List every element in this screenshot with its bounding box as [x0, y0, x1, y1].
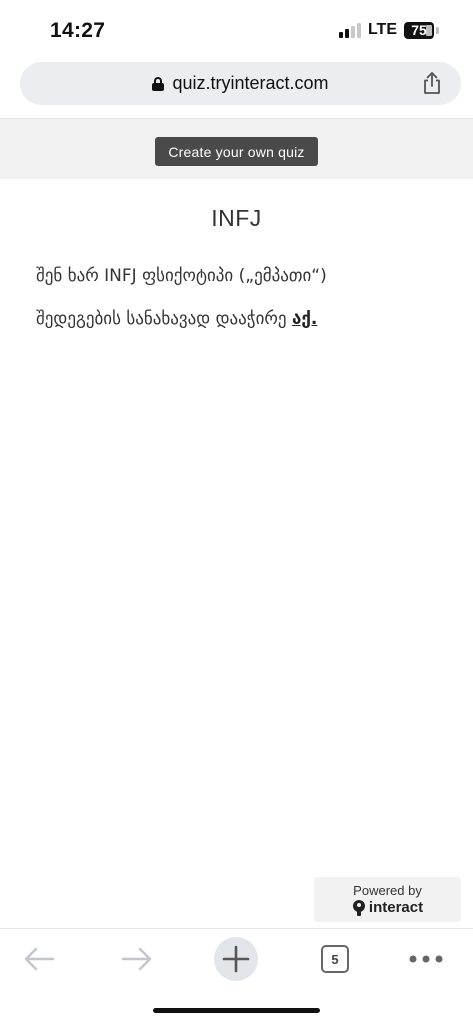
tabs-button[interactable]: 5 [316, 937, 354, 981]
back-button[interactable] [18, 937, 60, 981]
result-description: შენ ხარ INFJ ფსიქოტიპი („ემპათი“) [36, 266, 327, 286]
signal-icon [338, 22, 361, 38]
result-link-line: შედეგების სანახავად დააჭირე აქ. [36, 309, 317, 329]
battery-level: 75 [411, 22, 427, 38]
status-indicators: LTE 75 [338, 21, 439, 39]
tab-count: 5 [331, 951, 339, 967]
more-button[interactable] [404, 937, 448, 981]
brand-text: interact [368, 898, 424, 916]
forward-button[interactable] [116, 937, 158, 981]
link-prefix: შედეგების სანახავად დააჭირე [36, 309, 292, 329]
status-time: 14:27 [50, 19, 106, 42]
url-bar[interactable]: quiz.tryinteract.com [20, 62, 461, 105]
page-title: INFJ [211, 205, 262, 231]
tabs-icon: 5 [321, 945, 349, 973]
powered-by-badge[interactable]: Powered by interact [314, 877, 461, 922]
plus-icon [222, 945, 250, 973]
powered-by-label: Powered by [353, 882, 422, 898]
quiz-banner: Create your own quiz [0, 118, 473, 179]
battery-icon: 75 [404, 21, 434, 39]
new-tab-button[interactable] [214, 937, 258, 981]
create-quiz-button[interactable]: Create your own quiz [155, 137, 318, 166]
results-link[interactable]: აქ. [292, 309, 317, 329]
interact-logo-icon [352, 899, 366, 916]
network-label: LTE [367, 21, 397, 38]
status-bar: 14:27 LTE 75 [0, 0, 473, 60]
url-text[interactable]: quiz.tryinteract.com [172, 73, 328, 94]
home-indicator [153, 1008, 320, 1013]
back-arrow-icon [24, 947, 55, 971]
more-icon [409, 955, 443, 963]
brand-name: interact [352, 899, 423, 917]
share-icon[interactable] [421, 71, 443, 95]
lock-icon [152, 76, 165, 91]
forward-arrow-icon [121, 947, 152, 971]
